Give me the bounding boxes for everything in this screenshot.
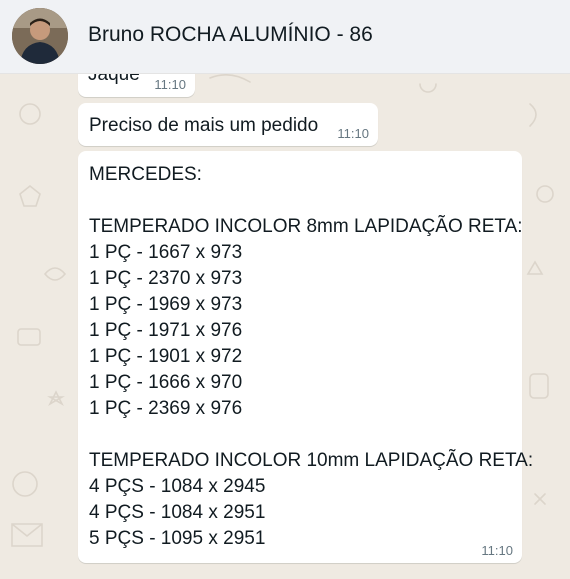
order-section-title: TEMPERADO INCOLOR 8mm LAPIDAÇÃO RETA:: [89, 216, 523, 237]
message-bubble[interactable]: MERCEDES: TEMPERADO INCOLOR 8mm LAPIDAÇÃ…: [78, 151, 533, 563]
order-line: 1 PÇ - 2370 x 973: [89, 268, 243, 289]
order-line: 1 PÇ - 1901 x 972: [89, 346, 243, 367]
order-line: 1 PÇ - 1969 x 973: [89, 294, 243, 315]
message-time: 11:10: [154, 77, 186, 92]
message-bubble[interactable]: Preciso de mais um pedido 11:10: [78, 103, 378, 146]
order-line: 1 PÇ - 1666 x 970: [89, 372, 243, 393]
message-time: 11:10: [337, 126, 369, 141]
order-line: 4 PÇS - 1084 x 2945: [89, 476, 266, 497]
chat-area[interactable]: Jaque 11:10 Preciso de mais um pedido 11…: [0, 74, 570, 579]
message-bubble[interactable]: Jaque 11:10: [78, 74, 195, 97]
contact-name[interactable]: Bruno ROCHA ALUMÍNIO - 86: [88, 23, 373, 47]
order-section-title: TEMPERADO INCOLOR 10mm LAPIDAÇÃO RETA:: [89, 450, 534, 471]
order-line: 4 PÇS - 1084 x 2951: [89, 502, 266, 523]
chat-header: Bruno ROCHA ALUMÍNIO - 86: [0, 0, 570, 74]
avatar[interactable]: [12, 8, 68, 64]
message-text: MERCEDES: TEMPERADO INCOLOR 8mm LAPIDAÇÃ…: [89, 162, 533, 552]
message-text: Preciso de mais um pedido: [89, 115, 319, 136]
order-line: 1 PÇ - 1971 x 976: [89, 320, 243, 341]
order-heading: MERCEDES:: [89, 164, 202, 185]
order-line: 1 PÇ - 1667 x 973: [89, 242, 243, 263]
message-text: Jaque: [88, 74, 140, 85]
order-line: 5 PÇS - 1095 x 2951: [89, 528, 266, 549]
avatar-photo-icon: [12, 8, 68, 64]
message-time: 11:10: [481, 543, 513, 558]
order-line: 1 PÇ - 2369 x 976: [89, 398, 243, 419]
